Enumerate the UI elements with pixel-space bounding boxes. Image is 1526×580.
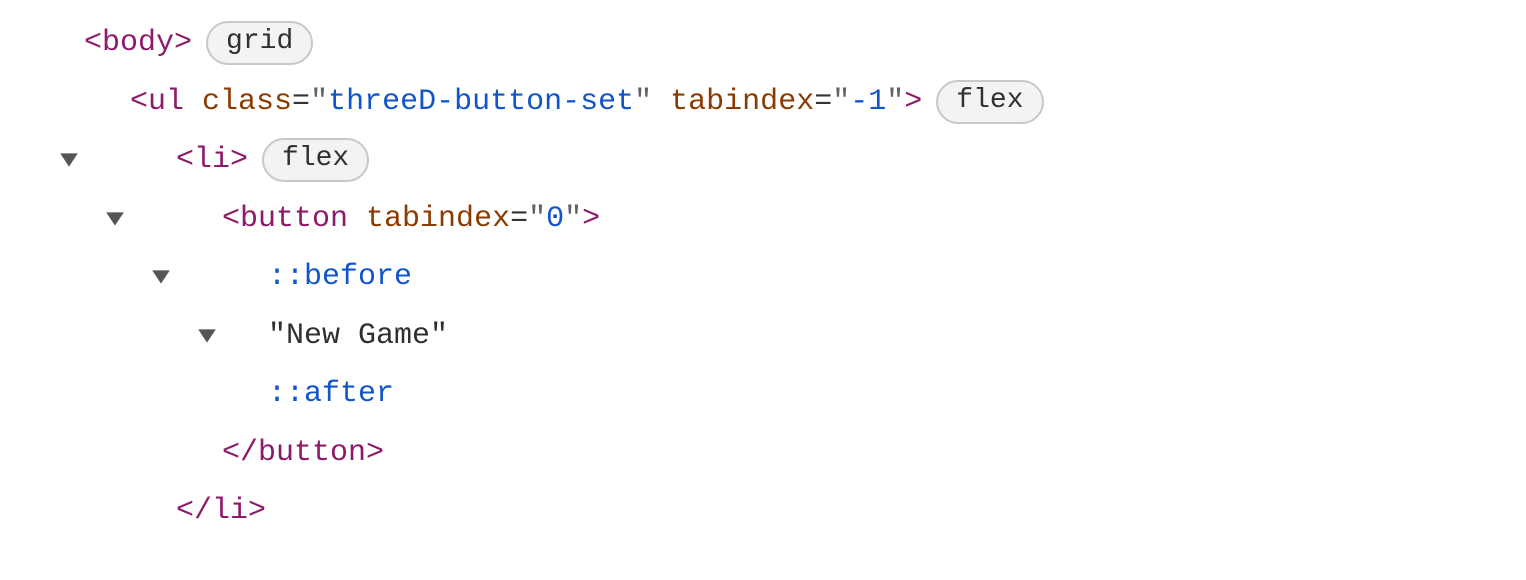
attr-tabindex-value: 0 [546,190,564,249]
tree-row-button[interactable]: <button tabindex="0"> [58,190,1526,249]
tree-row-text-node[interactable]: "New Game" [58,307,1526,366]
pseudo-after: ::after [268,365,394,424]
attr-class-name: class [202,73,292,132]
tag-button-open-end: > [582,190,600,249]
tree-row-pseudo-after[interactable]: ::after [58,365,1526,424]
tag-body-open: <body> [84,14,192,73]
attr-tabindex-name: tabindex [366,190,510,249]
layout-badge-flex[interactable]: flex [262,138,369,182]
disclosure-triangle-icon[interactable] [58,32,80,54]
disclosure-triangle-icon[interactable] [150,149,172,171]
tree-row-body[interactable]: <body> grid [58,14,1526,73]
tree-row-li[interactable]: <li>flex [58,131,1526,190]
attr-tabindex-value: -1 [850,73,886,132]
attr-tabindex-name: tabindex [670,73,814,132]
disclosure-triangle-icon[interactable] [104,91,126,113]
tree-row-li-close[interactable]: </li> [58,482,1526,541]
layout-badge-grid[interactable]: grid [206,21,313,65]
text-node: "New Game" [268,307,448,366]
dom-tree: <body> grid <ul class="threeD-button-set"… [0,0,1526,541]
tree-row-ul[interactable]: <ul class="threeD-button-set" tabindex="… [58,73,1526,132]
disclosure-triangle-icon[interactable] [196,208,218,230]
tag-ul-open-end: > [904,73,922,132]
attr-class-value: threeD-button-set [328,73,634,132]
tree-row-button-close[interactable]: </button> [58,424,1526,483]
tag-li-close: </li> [176,482,266,541]
layout-badge-flex[interactable]: flex [936,80,1043,124]
